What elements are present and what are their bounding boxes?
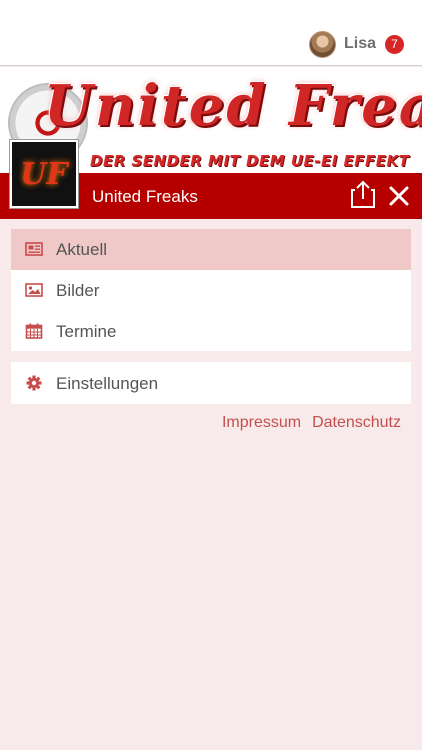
menu-item-bilder[interactable]: Bilder <box>11 270 411 311</box>
image-icon <box>25 283 43 297</box>
share-button[interactable] <box>351 180 375 208</box>
share-icon <box>351 180 375 208</box>
menu-label-bilder: Bilder <box>56 280 100 300</box>
menu-label-aktuell: Aktuell <box>56 239 108 259</box>
settings-label: Einstellungen <box>56 374 159 393</box>
top-bar: Lisa 7 <box>0 0 422 66</box>
menu-item-aktuell[interactable]: Aktuell <box>11 229 411 270</box>
user-name[interactable]: Lisa <box>344 35 376 53</box>
banner-title: United Freaks <box>44 73 422 139</box>
datenschutz-link[interactable]: Datenschutz <box>312 414 401 432</box>
user-menu[interactable]: Lisa 7 <box>308 29 404 59</box>
gear-icon <box>26 375 42 391</box>
newspaper-icon <box>25 242 43 256</box>
footer-links: Impressum Datenschutz <box>222 414 401 432</box>
impressum-link[interactable]: Impressum <box>222 414 301 432</box>
navigation-menu: Aktuell Bilder Termine <box>11 229 411 351</box>
menu-item-termine[interactable]: Termine <box>11 311 411 352</box>
close-icon <box>389 186 409 206</box>
calendar-icon <box>25 323 43 339</box>
channel-name: United Freaks <box>92 187 198 206</box>
user-avatar[interactable] <box>308 30 336 58</box>
banner-slogan: DER SENDER MIT DEM UE-EI EFFEKT <box>90 152 410 170</box>
close-button[interactable] <box>387 184 411 208</box>
notification-badge[interactable]: 7 <box>385 34 404 54</box>
menu-label-termine: Termine <box>56 321 117 341</box>
settings-item[interactable]: Einstellungen <box>11 362 411 404</box>
channel-logo-text: UF <box>20 156 68 192</box>
channel-logo: UF <box>10 140 78 208</box>
